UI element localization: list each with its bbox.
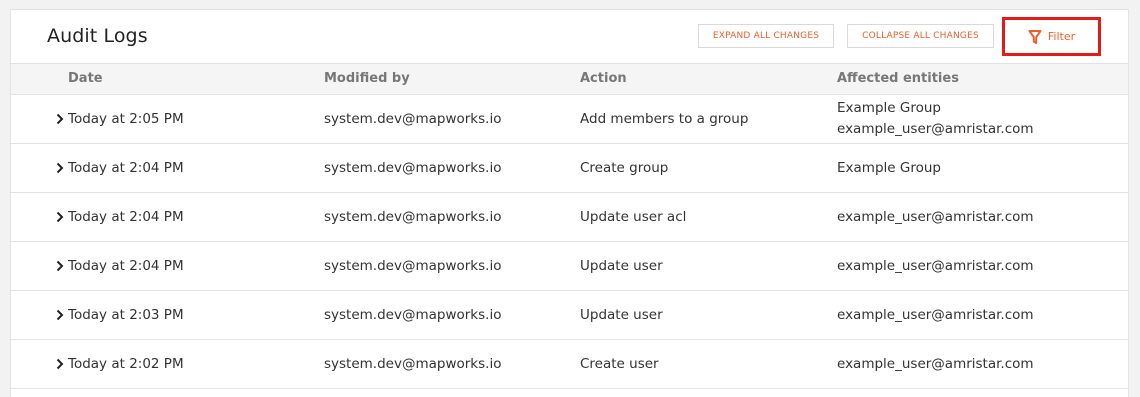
row-action: Update user bbox=[580, 258, 663, 274]
filter-funnel-icon bbox=[1028, 29, 1042, 45]
row-action: Create user bbox=[580, 356, 659, 372]
entity-name: Example Group bbox=[837, 100, 941, 116]
table-row[interactable]: Today at 2:04 PM system.dev@mapworks.io … bbox=[11, 242, 1128, 291]
table-row[interactable]: Today at 2:04 PM system.dev@mapworks.io … bbox=[11, 193, 1128, 242]
row-date: Today at 2:03 PM bbox=[68, 307, 184, 323]
column-header-date: Date bbox=[68, 71, 103, 86]
chevron-right-icon[interactable] bbox=[55, 340, 65, 388]
table-row[interactable]: Today at 2:02 PM system.dev@mapworks.io … bbox=[11, 340, 1128, 389]
chevron-right-icon[interactable] bbox=[55, 144, 65, 192]
chevron-right-icon[interactable] bbox=[55, 242, 65, 290]
expand-all-changes-button[interactable]: EXPAND ALL CHANGES bbox=[698, 24, 834, 48]
chevron-right-icon[interactable] bbox=[55, 95, 65, 143]
row-action: Create group bbox=[580, 160, 669, 176]
column-header-action: Action bbox=[580, 71, 627, 86]
collapse-all-changes-button[interactable]: COLLAPSE ALL CHANGES bbox=[847, 24, 994, 48]
table-header: Date Modified by Action Affected entitie… bbox=[11, 63, 1128, 95]
table-body: Today at 2:05 PM system.dev@mapworks.io … bbox=[11, 95, 1128, 389]
row-modified-by: system.dev@mapworks.io bbox=[324, 307, 502, 323]
row-affected-entities: example_user@amristar.com bbox=[837, 209, 1034, 225]
row-date: Today at 2:04 PM bbox=[68, 209, 184, 225]
page-title: Audit Logs bbox=[47, 25, 148, 47]
row-date: Today at 2:04 PM bbox=[68, 258, 184, 274]
filter-button-label: Filter bbox=[1047, 30, 1076, 43]
row-action: Update user acl bbox=[580, 209, 687, 225]
row-date: Today at 2:04 PM bbox=[68, 160, 184, 176]
row-modified-by: system.dev@mapworks.io bbox=[324, 160, 502, 176]
entity-name: example_user@amristar.com bbox=[837, 121, 1034, 137]
table-row[interactable]: Today at 2:03 PM system.dev@mapworks.io … bbox=[11, 291, 1128, 340]
row-date: Today at 2:05 PM bbox=[68, 111, 184, 127]
row-affected-entities: Example Group example_user@amristar.com bbox=[837, 95, 1034, 143]
row-modified-by: system.dev@mapworks.io bbox=[324, 209, 502, 225]
column-header-modified-by: Modified by bbox=[324, 71, 410, 86]
column-header-affected-entities: Affected entities bbox=[837, 71, 959, 86]
row-affected-entities: Example Group bbox=[837, 160, 941, 176]
table-row[interactable]: Today at 2:04 PM system.dev@mapworks.io … bbox=[11, 144, 1128, 193]
audit-logs-panel: Audit Logs EXPAND ALL CHANGES COLLAPSE A… bbox=[10, 9, 1129, 397]
row-affected-entities: example_user@amristar.com bbox=[837, 307, 1034, 323]
row-affected-entities: example_user@amristar.com bbox=[837, 356, 1034, 372]
chevron-right-icon[interactable] bbox=[55, 291, 65, 339]
row-modified-by: system.dev@mapworks.io bbox=[324, 356, 502, 372]
row-modified-by: system.dev@mapworks.io bbox=[324, 111, 502, 127]
row-modified-by: system.dev@mapworks.io bbox=[324, 258, 502, 274]
table-row[interactable]: Today at 2:05 PM system.dev@mapworks.io … bbox=[11, 95, 1128, 144]
chevron-right-icon[interactable] bbox=[55, 193, 65, 241]
panel-header: Audit Logs EXPAND ALL CHANGES COLLAPSE A… bbox=[11, 10, 1128, 63]
row-affected-entities: example_user@amristar.com bbox=[837, 258, 1034, 274]
filter-button[interactable]: Filter bbox=[1028, 29, 1075, 45]
row-action: Update user bbox=[580, 307, 663, 323]
row-action: Add members to a group bbox=[580, 111, 749, 127]
row-date: Today at 2:02 PM bbox=[68, 356, 184, 372]
filter-highlight-box: Filter bbox=[1002, 17, 1101, 56]
